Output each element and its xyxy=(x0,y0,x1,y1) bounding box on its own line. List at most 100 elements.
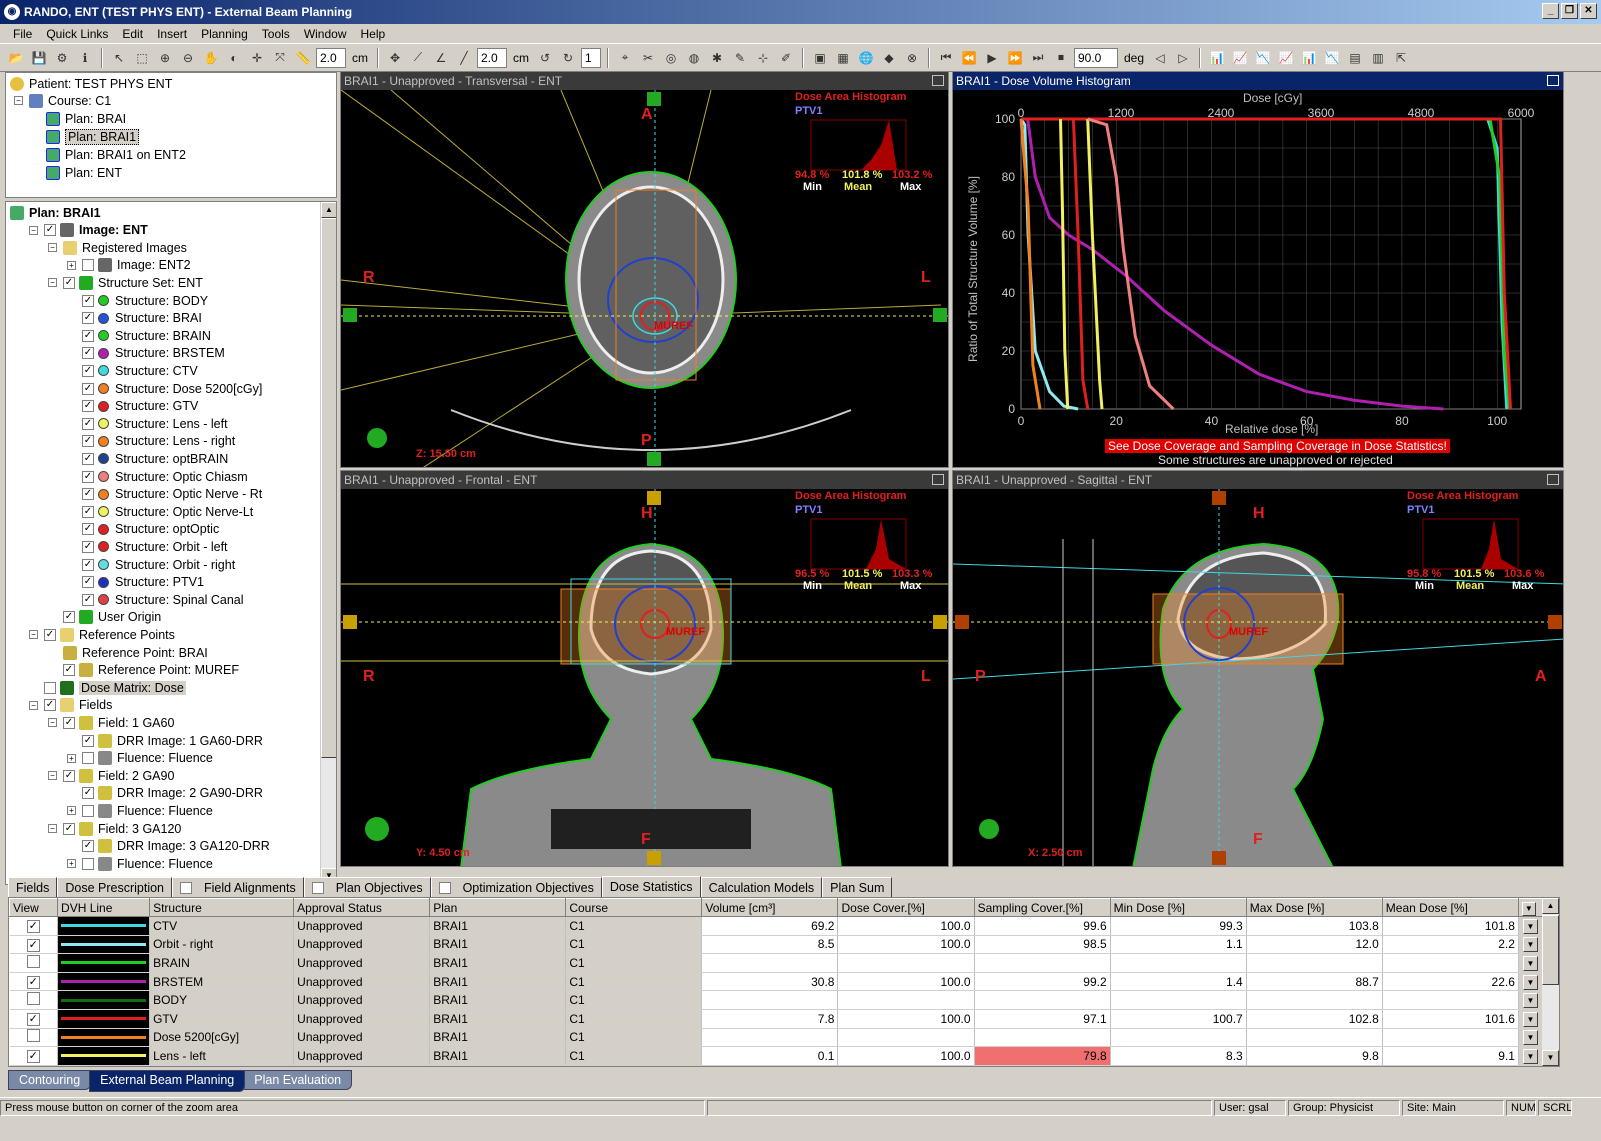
restore-button[interactable]: ❐ xyxy=(1561,3,1578,19)
view-checkbox[interactable] xyxy=(26,1029,40,1043)
play-icon[interactable]: ▶ xyxy=(982,48,1002,68)
maximize-icon[interactable] xyxy=(1547,474,1559,485)
tree-item[interactable]: − ✓ Field: 2 GA90 xyxy=(48,767,174,784)
menu-planning[interactable]: Planning xyxy=(194,27,255,41)
visibility-checkbox[interactable]: ✓ xyxy=(82,470,94,483)
visibility-checkbox[interactable]: ✓ xyxy=(63,664,75,677)
scroll-up-icon[interactable]: ▲ xyxy=(1542,898,1559,914)
visibility-checkbox[interactable]: ✓ xyxy=(82,787,94,800)
tree-item[interactable]: ✓ Structure: Optic Nerve - Rt xyxy=(67,486,262,503)
rotate-right-icon[interactable]: ↻ xyxy=(558,48,578,68)
tab-dose-prescription[interactable]: Dose Prescription xyxy=(57,877,172,897)
column-header-menu[interactable]: ▼ xyxy=(1517,898,1544,917)
view-checkbox[interactable]: ✓ xyxy=(26,976,40,990)
tree-item[interactable]: ✓ DRR Image: 1 GA60-DRR xyxy=(67,732,263,749)
visibility-checkbox[interactable]: ✓ xyxy=(44,224,56,237)
tab-optimization-objectives[interactable]: Optimization Objectives xyxy=(430,877,602,897)
tab-field-alignments[interactable]: Field Alignments xyxy=(172,877,304,897)
visibility-checkbox[interactable] xyxy=(82,804,94,817)
collapse-icon[interactable]: − xyxy=(48,278,57,288)
scroll-down-icon[interactable]: ▼ xyxy=(1542,1050,1559,1066)
globe-icon[interactable]: 🌐 xyxy=(856,48,876,68)
open-icon[interactable]: 📂 xyxy=(6,48,26,68)
last-icon[interactable]: ⏭ xyxy=(1028,48,1048,68)
row-dropdown-icon[interactable]: ▼ xyxy=(1522,918,1538,934)
visibility-checkbox[interactable]: ✓ xyxy=(82,417,94,430)
view-checkbox[interactable]: ✓ xyxy=(26,1050,40,1064)
visibility-checkbox[interactable] xyxy=(82,752,94,765)
tree-item[interactable]: + Fluence: Fluence xyxy=(67,855,213,872)
cube-icon[interactable]: ◆ xyxy=(879,48,899,68)
edit-icon[interactable]: ✐ xyxy=(776,48,796,68)
tree-item[interactable]: − ✓ Field: 3 GA120 xyxy=(48,820,181,837)
tree-item[interactable]: ✓ Structure: GTV xyxy=(67,398,198,415)
chart-icon-6[interactable]: 📉 xyxy=(1322,48,1342,68)
sagittal-view[interactable]: BRAI1 - Unapproved - Sagittal - ENT H F … xyxy=(952,470,1564,867)
visibility-checkbox[interactable]: ✓ xyxy=(82,840,94,853)
tree-item[interactable]: ✓ Structure: Lens - right xyxy=(67,433,235,450)
tree-item[interactable]: ✓ DRR Image: 3 GA120-DRR xyxy=(67,838,270,855)
column-header[interactable]: Structure xyxy=(149,898,295,917)
column-header[interactable]: Approval Status xyxy=(293,898,431,917)
chart-icon-4[interactable]: 📈 xyxy=(1276,48,1296,68)
collapse-icon[interactable]: − xyxy=(14,96,23,105)
tab-calculation-models[interactable]: Calculation Models xyxy=(700,877,823,897)
tree-item[interactable]: − Registered Images xyxy=(48,239,187,256)
table-row[interactable]: BODY Unapproved BRAI1 C1 ▼ xyxy=(9,990,1544,1010)
tree-item[interactable]: − ✓ Structure Set: ENT xyxy=(48,274,203,291)
first-icon[interactable]: ⏮ xyxy=(936,48,956,68)
tree-item[interactable]: ✓ Structure: Orbit - left xyxy=(67,538,228,555)
column-header[interactable]: Dose Cover.[%] xyxy=(837,898,975,917)
chart-icon-5[interactable]: 📊 xyxy=(1299,48,1319,68)
collapse-icon[interactable]: − xyxy=(29,225,38,235)
tab-contouring[interactable]: Contouring xyxy=(8,1070,92,1090)
window-level-icon[interactable]: ◐ xyxy=(224,48,244,68)
rewind-icon[interactable]: ⏪ xyxy=(959,48,979,68)
tree-item[interactable]: − ✓ Image: ENT xyxy=(29,222,148,239)
frontal-view[interactable]: BRAI1 - Unapproved - Frontal - ENT H F R… xyxy=(340,470,949,867)
export-icon[interactable]: ⇱ xyxy=(1391,48,1411,68)
tree-item[interactable]: ✓ Structure: Optic Chiasm xyxy=(67,468,248,485)
view-checkbox[interactable]: ✓ xyxy=(26,938,40,952)
tree-item[interactable]: ✓ Structure: PTV1 xyxy=(67,574,204,591)
ruler-icon[interactable]: 📏 xyxy=(293,48,313,68)
visibility-checkbox[interactable] xyxy=(82,857,94,870)
tree-plan-ent[interactable]: Plan: ENT xyxy=(46,164,122,181)
pointer-icon[interactable]: ↖ xyxy=(109,48,129,68)
line-icon[interactable]: ╱ xyxy=(454,48,474,68)
target-icon[interactable]: ⊗ xyxy=(902,48,922,68)
tree-item[interactable]: − ✓ Fields xyxy=(29,697,112,714)
tree-item[interactable]: + Fluence: Fluence xyxy=(67,750,213,767)
stop-icon[interactable]: ⏹ xyxy=(1051,48,1071,68)
table-row[interactable]: Dose 5200[cGy] Unapproved BRAI1 C1 ▼ xyxy=(9,1028,1544,1048)
visibility-checkbox[interactable]: ✓ xyxy=(82,294,94,307)
visibility-checkbox[interactable] xyxy=(44,681,56,694)
visibility-checkbox[interactable]: ✓ xyxy=(63,716,75,729)
tree-item[interactable]: ✓ Structure: Lens - left xyxy=(67,415,228,432)
column-header[interactable]: View xyxy=(9,898,59,917)
tree-item[interactable]: − ✓ Field: 1 GA60 xyxy=(48,714,174,731)
tab-fields[interactable]: Fields xyxy=(8,877,58,897)
visibility-checkbox[interactable]: ✓ xyxy=(82,488,94,501)
collapse-icon[interactable]: − xyxy=(48,771,57,781)
crosshair-icon[interactable]: ✛ xyxy=(247,48,267,68)
expand-icon[interactable]: + xyxy=(67,753,76,763)
menu-file[interactable]: File xyxy=(6,27,39,41)
tree-item[interactable]: ✓ Structure: Orbit - right xyxy=(67,556,235,573)
collapse-icon[interactable]: − xyxy=(29,630,38,640)
fast-forward-icon[interactable]: ⏩ xyxy=(1005,48,1025,68)
visibility-checkbox[interactable]: ✓ xyxy=(82,347,94,360)
row-dropdown-icon[interactable]: ▼ xyxy=(1522,993,1538,1009)
chart-icon-2[interactable]: 📈 xyxy=(1230,48,1250,68)
visibility-checkbox[interactable]: ✓ xyxy=(82,329,94,342)
visibility-checkbox[interactable]: ✓ xyxy=(82,540,94,553)
column-header[interactable]: Mean Dose [%] xyxy=(1381,898,1519,917)
tree-item[interactable]: Reference Point: BRAI xyxy=(48,644,208,661)
view-checkbox[interactable] xyxy=(26,954,40,968)
table-row[interactable]: BRAIN Unapproved BRAI1 C1 ▼ xyxy=(9,953,1544,973)
visibility-checkbox[interactable]: ✓ xyxy=(82,312,94,325)
maximize-icon[interactable] xyxy=(932,75,944,86)
collapse-icon[interactable]: − xyxy=(48,243,57,253)
column-header[interactable]: Volume [cm³] xyxy=(701,898,839,917)
save-icon[interactable]: 💾 xyxy=(29,48,49,68)
